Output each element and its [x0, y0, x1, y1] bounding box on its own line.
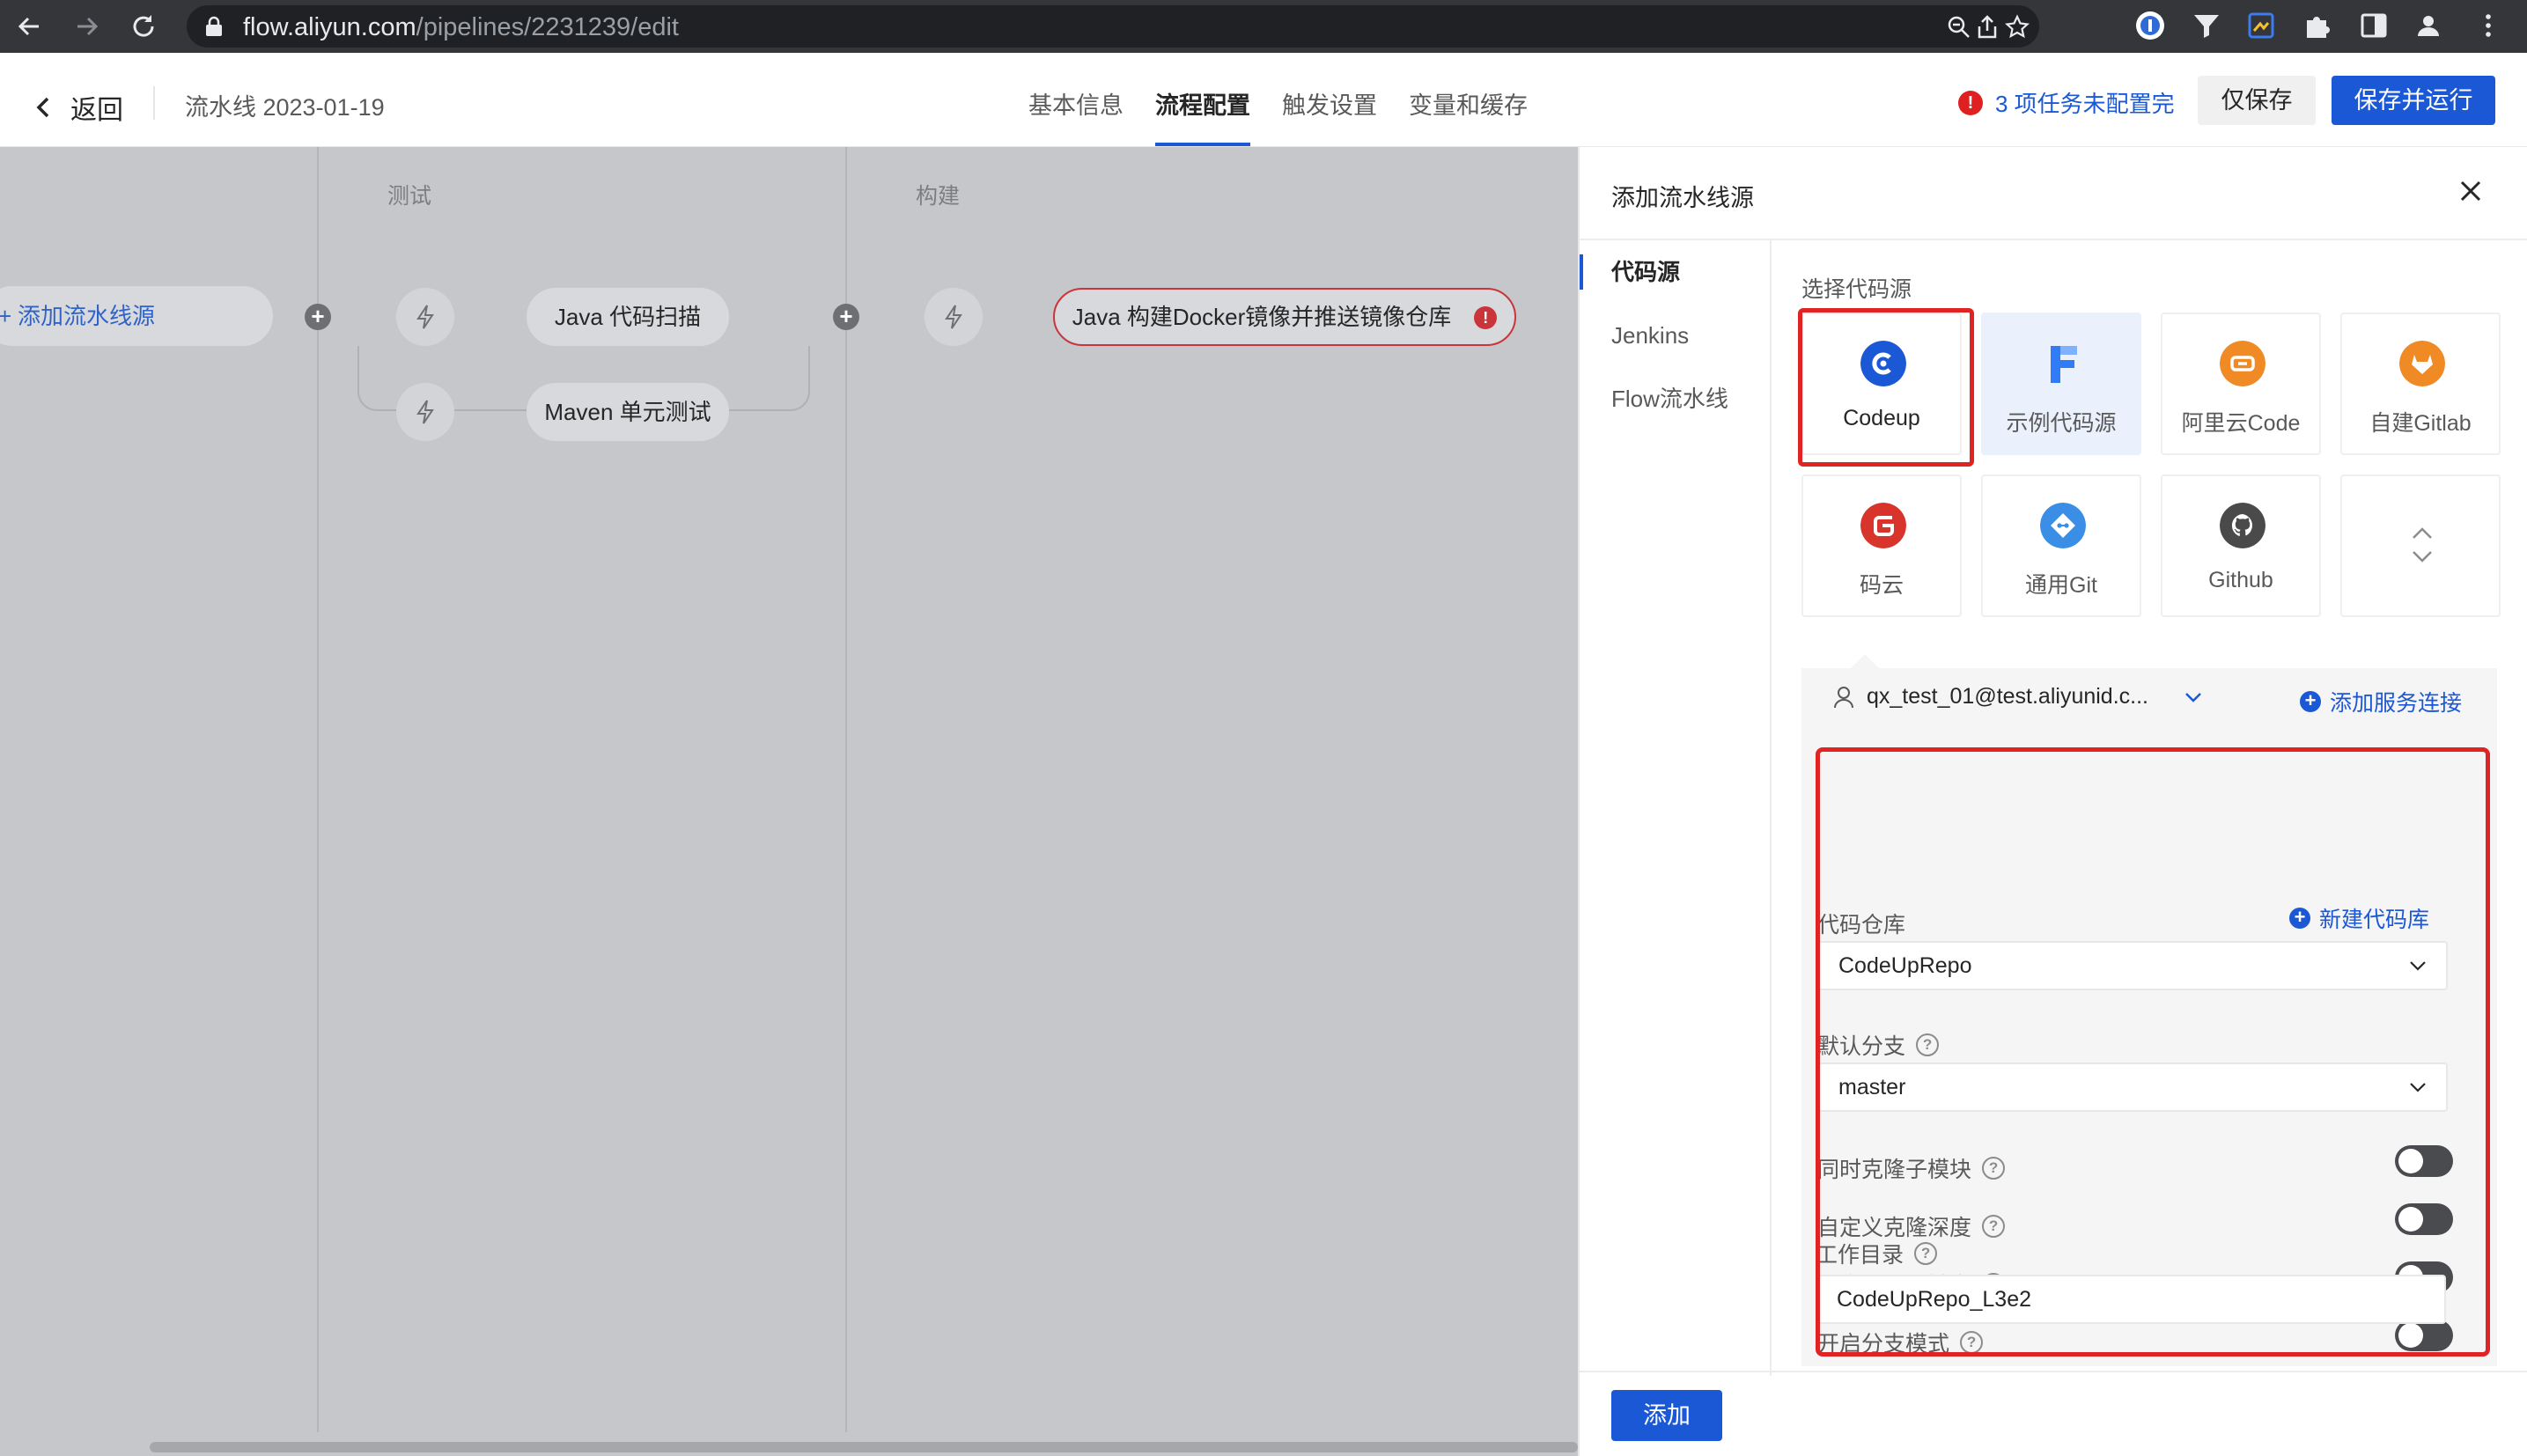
trigger-bolt-icon[interactable]	[925, 288, 983, 346]
error-alert-icon: !	[1958, 90, 1983, 115]
screenshot-extension-icon[interactable]	[2245, 10, 2277, 41]
app-header: 返回 流水线 2023-01-19 基本信息 流程配置 触发设置 变量和缓存 !…	[0, 53, 2527, 148]
nav-jenkins[interactable]: Jenkins	[1580, 304, 1770, 367]
source-label: 通用Git	[2025, 573, 2097, 598]
expand-collapse-chevron-icon	[2413, 527, 2432, 563]
nav-flow-pipeline[interactable]: Flow流水线	[1580, 367, 1770, 430]
github-icon	[2220, 503, 2265, 548]
warning-text: 3 项任务未配置完	[1995, 91, 2175, 117]
url-path: /pipelines/2231239/edit	[416, 13, 679, 41]
job-java-code-scan[interactable]: Java 代码扫描	[527, 288, 729, 346]
git-icon	[2040, 503, 2086, 548]
stage-label-build: 构建	[916, 184, 961, 209]
close-icon[interactable]	[2457, 177, 2485, 205]
stage-label-test: 测试	[387, 184, 432, 209]
service-connection-bar: qx_test_01@test.aliyunid.c... + 添加服务连接	[1801, 668, 2497, 728]
source-card-sample[interactable]: 示例代码源	[1981, 313, 2141, 455]
browser-toolbar: flow.aliyun.com/pipelines/2231239/edit	[0, 0, 2527, 53]
gitee-icon	[1860, 503, 1906, 548]
source-card-aliyun-code[interactable]: 阿里云Code	[2161, 313, 2321, 455]
password-manager-icon[interactable]	[2134, 10, 2166, 41]
select-source-label: 选择代码源	[1801, 277, 1912, 302]
source-label: 自建Gitlab	[2369, 411, 2472, 436]
account-name: qx_test_01@test.aliyunid.c...	[1867, 684, 2148, 709]
url-text: flow.aliyun.com/pipelines/2231239/edit	[243, 13, 679, 42]
share-icon[interactable]	[1974, 14, 2000, 40]
add-service-connection-link[interactable]: + 添加服务连接	[2300, 686, 2462, 717]
pipeline-title: 流水线 2023-01-19	[185, 94, 385, 121]
source-card-gitlab[interactable]: 自建Gitlab	[2340, 313, 2501, 455]
add-stage-plus-icon[interactable]: +	[305, 304, 331, 330]
source-label: 码云	[1859, 573, 1904, 598]
address-bar[interactable]: flow.aliyun.com/pipelines/2231239/edit	[187, 5, 2039, 48]
plus-circle-icon: +	[2300, 691, 2321, 712]
config-tabs: 基本信息 流程配置 触发设置 变量和缓存	[1013, 53, 1543, 146]
source-card-github[interactable]: Github	[2161, 474, 2321, 617]
source-type-nav: 代码源 Jenkins Flow流水线	[1580, 240, 1770, 430]
error-alert-icon: !	[1474, 306, 1498, 329]
horizontal-scrollbar[interactable]	[150, 1442, 1578, 1452]
more-menu-icon[interactable]	[2472, 10, 2504, 41]
trigger-bolt-icon[interactable]	[396, 383, 454, 441]
popover-caret	[1851, 654, 1879, 668]
account-select[interactable]: qx_test_01@test.aliyunid.c...	[1833, 684, 2203, 710]
sample-code-f-icon	[2051, 346, 2077, 383]
gitlab-icon	[2399, 341, 2445, 386]
save-and-run-button[interactable]: 保存并运行	[2332, 76, 2495, 125]
filter-extension-icon[interactable]	[2191, 10, 2222, 41]
tab-basic-info[interactable]: 基本信息	[1013, 53, 1139, 146]
stage-divider	[317, 147, 319, 1432]
lock-icon	[206, 16, 222, 36]
stage-divider	[845, 147, 847, 1432]
panel-title: 添加流水线源	[1611, 185, 1754, 211]
zoom-icon[interactable]	[1946, 14, 1972, 40]
bookmark-star-icon[interactable]	[2004, 14, 2030, 40]
back-arrow-icon[interactable]	[14, 11, 44, 41]
add-source-label: 添加流水线源	[18, 303, 156, 329]
back-label: 返回	[70, 96, 123, 125]
user-icon	[1834, 686, 1853, 708]
url-host: flow.aliyun.com	[243, 13, 416, 41]
tab-variables-cache[interactable]: 变量和缓存	[1393, 53, 1543, 146]
trigger-bolt-icon[interactable]	[396, 288, 454, 346]
plus-icon: +	[0, 303, 12, 329]
add-service-connection-label: 添加服务连接	[2330, 691, 2463, 716]
source-card-gitee[interactable]: 码云	[1801, 474, 1962, 617]
back-button[interactable]: 返回	[33, 88, 123, 127]
side-panel-icon[interactable]	[2358, 10, 2390, 41]
source-label: Github	[2208, 568, 2273, 592]
expand-sources-toggle[interactable]	[2340, 474, 2501, 617]
add-stage-plus-icon[interactable]: +	[833, 304, 859, 330]
pipeline-canvas: 测试 构建 + 添加流水线源 + + Java 代码扫描 Maven 单元测试 …	[0, 147, 1578, 1456]
header-divider	[153, 86, 155, 120]
job-maven-unit-test[interactable]: Maven 单元测试	[527, 383, 729, 441]
tab-trigger-settings[interactable]: 触发设置	[1266, 53, 1393, 146]
profile-avatar-icon[interactable]	[2413, 10, 2444, 41]
nav-divider	[1770, 240, 1772, 1376]
form-fields-highlight	[1816, 747, 2490, 1357]
tab-flow-config[interactable]: 流程配置	[1139, 53, 1266, 146]
job-java-docker-build[interactable]: Java 构建Docker镜像并推送镜像仓库!	[1053, 288, 1516, 346]
footer-divider	[1580, 1371, 2527, 1372]
add-source-node[interactable]: + 添加流水线源	[0, 286, 273, 346]
job-docker-label: Java 构建Docker镜像并推送镜像仓库	[1072, 304, 1452, 330]
forward-arrow-icon[interactable]	[72, 11, 102, 41]
add-button[interactable]: 添加	[1611, 1390, 1722, 1441]
codeup-selection-highlight	[1798, 308, 1974, 467]
chevron-left-icon	[36, 97, 49, 118]
reload-icon[interactable]	[129, 11, 158, 41]
incomplete-tasks-warning[interactable]: ! 3 项任务未配置完	[1958, 86, 2175, 119]
source-label: 示例代码源	[2006, 411, 2117, 436]
save-only-button[interactable]: 仅保存	[2198, 76, 2316, 125]
aliyun-code-icon	[2220, 341, 2265, 386]
chevron-down-icon	[2185, 692, 2201, 702]
source-label: 阿里云Code	[2181, 411, 2301, 436]
source-card-git[interactable]: 通用Git	[1981, 474, 2141, 617]
nav-code-source[interactable]: 代码源	[1580, 240, 1770, 304]
extensions-puzzle-icon[interactable]	[2302, 10, 2333, 41]
